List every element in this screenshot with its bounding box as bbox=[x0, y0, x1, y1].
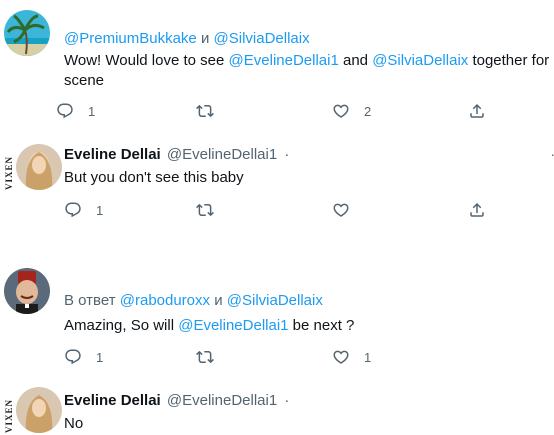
vixen-logo-text: VIXEN bbox=[4, 155, 14, 190]
retweet-button[interactable] bbox=[196, 101, 214, 121]
reply-icon bbox=[64, 348, 82, 366]
action-bar: 1 1 bbox=[56, 347, 516, 367]
tweet-header: Eveline Dellai @EvelineDellai1 · bbox=[64, 392, 289, 409]
action-bar: 1 bbox=[56, 200, 516, 220]
heart-icon bbox=[332, 201, 350, 219]
text-fragment: and bbox=[338, 52, 373, 69]
tweet-header: Eveline Dellai @EvelineDellai1 · bbox=[64, 146, 289, 163]
reply-count: 1 bbox=[96, 349, 104, 365]
display-name[interactable]: Eveline Dellai bbox=[64, 392, 161, 409]
heart-icon bbox=[332, 348, 350, 366]
profile-avatar-image bbox=[16, 144, 62, 190]
reply-and: и bbox=[196, 30, 214, 47]
retweet-icon bbox=[196, 348, 214, 366]
more-icon[interactable]: · bbox=[550, 146, 554, 162]
vixen-logo-text: VIXEN bbox=[4, 398, 14, 433]
reply-count: 1 bbox=[88, 103, 96, 119]
action-bar: 1 2 bbox=[56, 101, 516, 121]
mention-link[interactable]: @SilviaDellaix bbox=[214, 30, 310, 47]
tweet[interactable]: VIXEN Eveline Dellai @EvelineDellai1 · ·… bbox=[0, 128, 554, 228]
beach-avatar-image bbox=[4, 10, 50, 56]
mention-link[interactable]: @EvelineDellai1 bbox=[229, 52, 339, 69]
reply-and: и bbox=[210, 292, 227, 309]
like-button[interactable]: 1 bbox=[332, 347, 371, 367]
like-button[interactable]: 2 bbox=[332, 101, 371, 121]
reply-prefix: В ответ bbox=[64, 292, 120, 309]
user-handle[interactable]: @EvelineDellai1 bbox=[167, 392, 277, 409]
tweet-text: But you don't see this baby bbox=[64, 169, 244, 186]
fez-man-avatar-image bbox=[4, 268, 50, 314]
share-icon bbox=[468, 201, 486, 219]
retweet-icon bbox=[196, 102, 214, 120]
text-fragment: Amazing, So will bbox=[64, 317, 179, 334]
text-fragment: be next ? bbox=[288, 317, 355, 334]
tweet-text: Amazing, So will @EvelineDellai1 be next… bbox=[64, 316, 354, 336]
retweet-button[interactable] bbox=[196, 347, 214, 367]
reply-icon bbox=[64, 201, 82, 219]
separator-dot: · bbox=[284, 146, 290, 163]
mention-link[interactable]: @PremiumBukkake bbox=[64, 30, 197, 47]
retweet-icon bbox=[196, 201, 214, 219]
retweet-button[interactable] bbox=[196, 200, 214, 220]
reply-context: В ответ @raboduroxx и @SilviaDellaix bbox=[64, 292, 323, 309]
reply-button[interactable]: 1 bbox=[64, 347, 103, 367]
reply-icon bbox=[56, 102, 74, 120]
avatar[interactable] bbox=[4, 10, 50, 56]
share-icon bbox=[468, 102, 486, 120]
share-button[interactable] bbox=[468, 200, 486, 220]
like-button[interactable] bbox=[332, 200, 350, 220]
tweet[interactable]: VIXEN Eveline Dellai @EvelineDellai1 · N… bbox=[0, 375, 554, 435]
reply-button[interactable]: 1 bbox=[64, 200, 103, 220]
like-count: 1 bbox=[364, 349, 372, 365]
reply-count: 1 bbox=[96, 202, 104, 218]
heart-icon bbox=[332, 102, 350, 120]
reply-button[interactable]: 1 bbox=[56, 101, 95, 121]
like-count: 2 bbox=[364, 103, 372, 119]
tweet-text: Wow! Would love to see @EvelineDellai1 a… bbox=[64, 51, 554, 71]
user-handle[interactable]: @EvelineDellai1 bbox=[167, 146, 277, 163]
reply-context: @PremiumBukkake и @SilviaDellaix bbox=[64, 30, 310, 47]
separator-dot: · bbox=[284, 392, 290, 409]
text-fragment: Wow! Would love to see bbox=[64, 52, 229, 69]
avatar[interactable] bbox=[16, 387, 62, 433]
tweet-feed: @PremiumBukkake и @SilviaDellaix Wow! Wo… bbox=[0, 0, 554, 435]
text-fragment: together for a bbox=[468, 52, 554, 69]
avatar[interactable] bbox=[16, 144, 62, 190]
mention-link[interactable]: @raboduroxx bbox=[120, 292, 210, 309]
mention-link[interactable]: @SilviaDellaix bbox=[372, 52, 468, 69]
tweet[interactable]: В ответ @raboduroxx и @SilviaDellaix Ama… bbox=[0, 255, 554, 375]
tweet-text-line-2: scene bbox=[64, 72, 105, 89]
share-button[interactable] bbox=[468, 101, 486, 121]
avatar[interactable] bbox=[4, 268, 50, 314]
display-name[interactable]: Eveline Dellai bbox=[64, 146, 161, 163]
tweet-text: No bbox=[64, 415, 84, 432]
mention-link[interactable]: @SilviaDellaix bbox=[227, 292, 323, 309]
mention-link[interactable]: @EvelineDellai1 bbox=[178, 317, 288, 334]
profile-avatar-image bbox=[16, 387, 62, 433]
tweet[interactable]: @PremiumBukkake и @SilviaDellaix Wow! Wo… bbox=[0, 0, 554, 128]
